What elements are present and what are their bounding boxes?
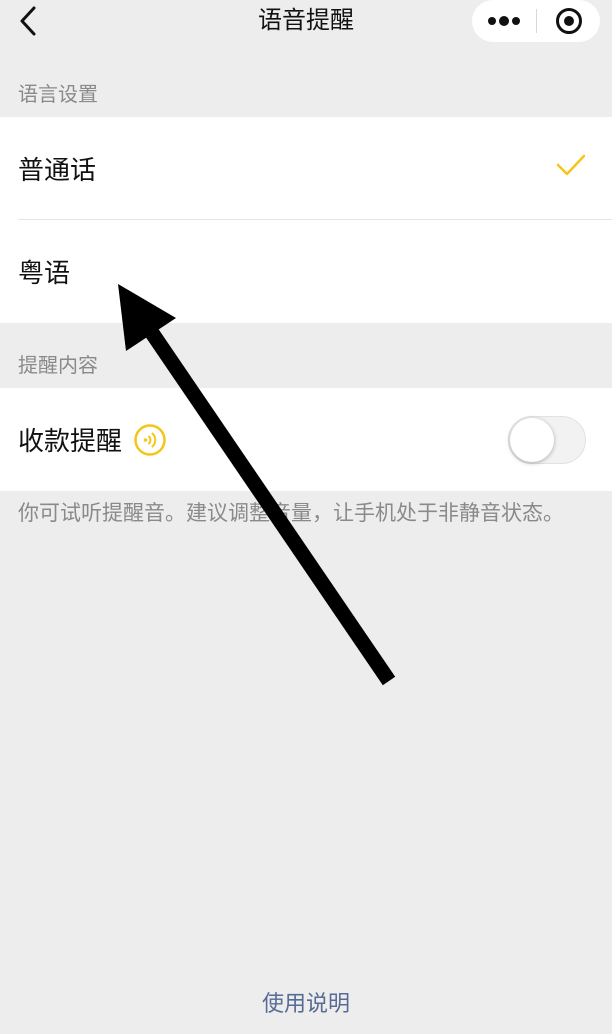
target-circle-icon [555,8,582,34]
more-dots-icon [488,16,520,26]
content-list: 收款提醒 [0,388,612,491]
mini-program-capsule [472,0,600,42]
language-option-cantonese[interactable]: 粤语 [0,220,612,323]
navigation-bar: 语音提醒 [0,0,612,44]
more-button[interactable] [472,0,536,42]
usage-instructions-link[interactable]: 使用说明 [0,986,612,1018]
payment-reminder-label: 收款提醒 [18,427,123,457]
language-option-label: 粤语 [18,259,71,289]
content-section-header: 提醒内容 [18,353,98,377]
language-list: 普通话 粤语 [0,117,612,323]
toggle-knob [510,418,554,462]
sound-wave-icon[interactable] [134,423,166,456]
language-option-mandarin[interactable]: 普通话 [0,117,612,220]
language-option-label: 普通话 [18,156,97,186]
payment-reminder-toggle[interactable] [508,416,586,464]
tip-text: 你可试听提醒音。建议调整音量，让手机处于非静音状态。 [18,501,564,525]
payment-reminder-row: 收款提醒 [0,388,612,491]
language-section-header: 语言设置 [18,82,98,106]
check-icon [556,154,586,176]
close-button[interactable] [537,0,600,42]
